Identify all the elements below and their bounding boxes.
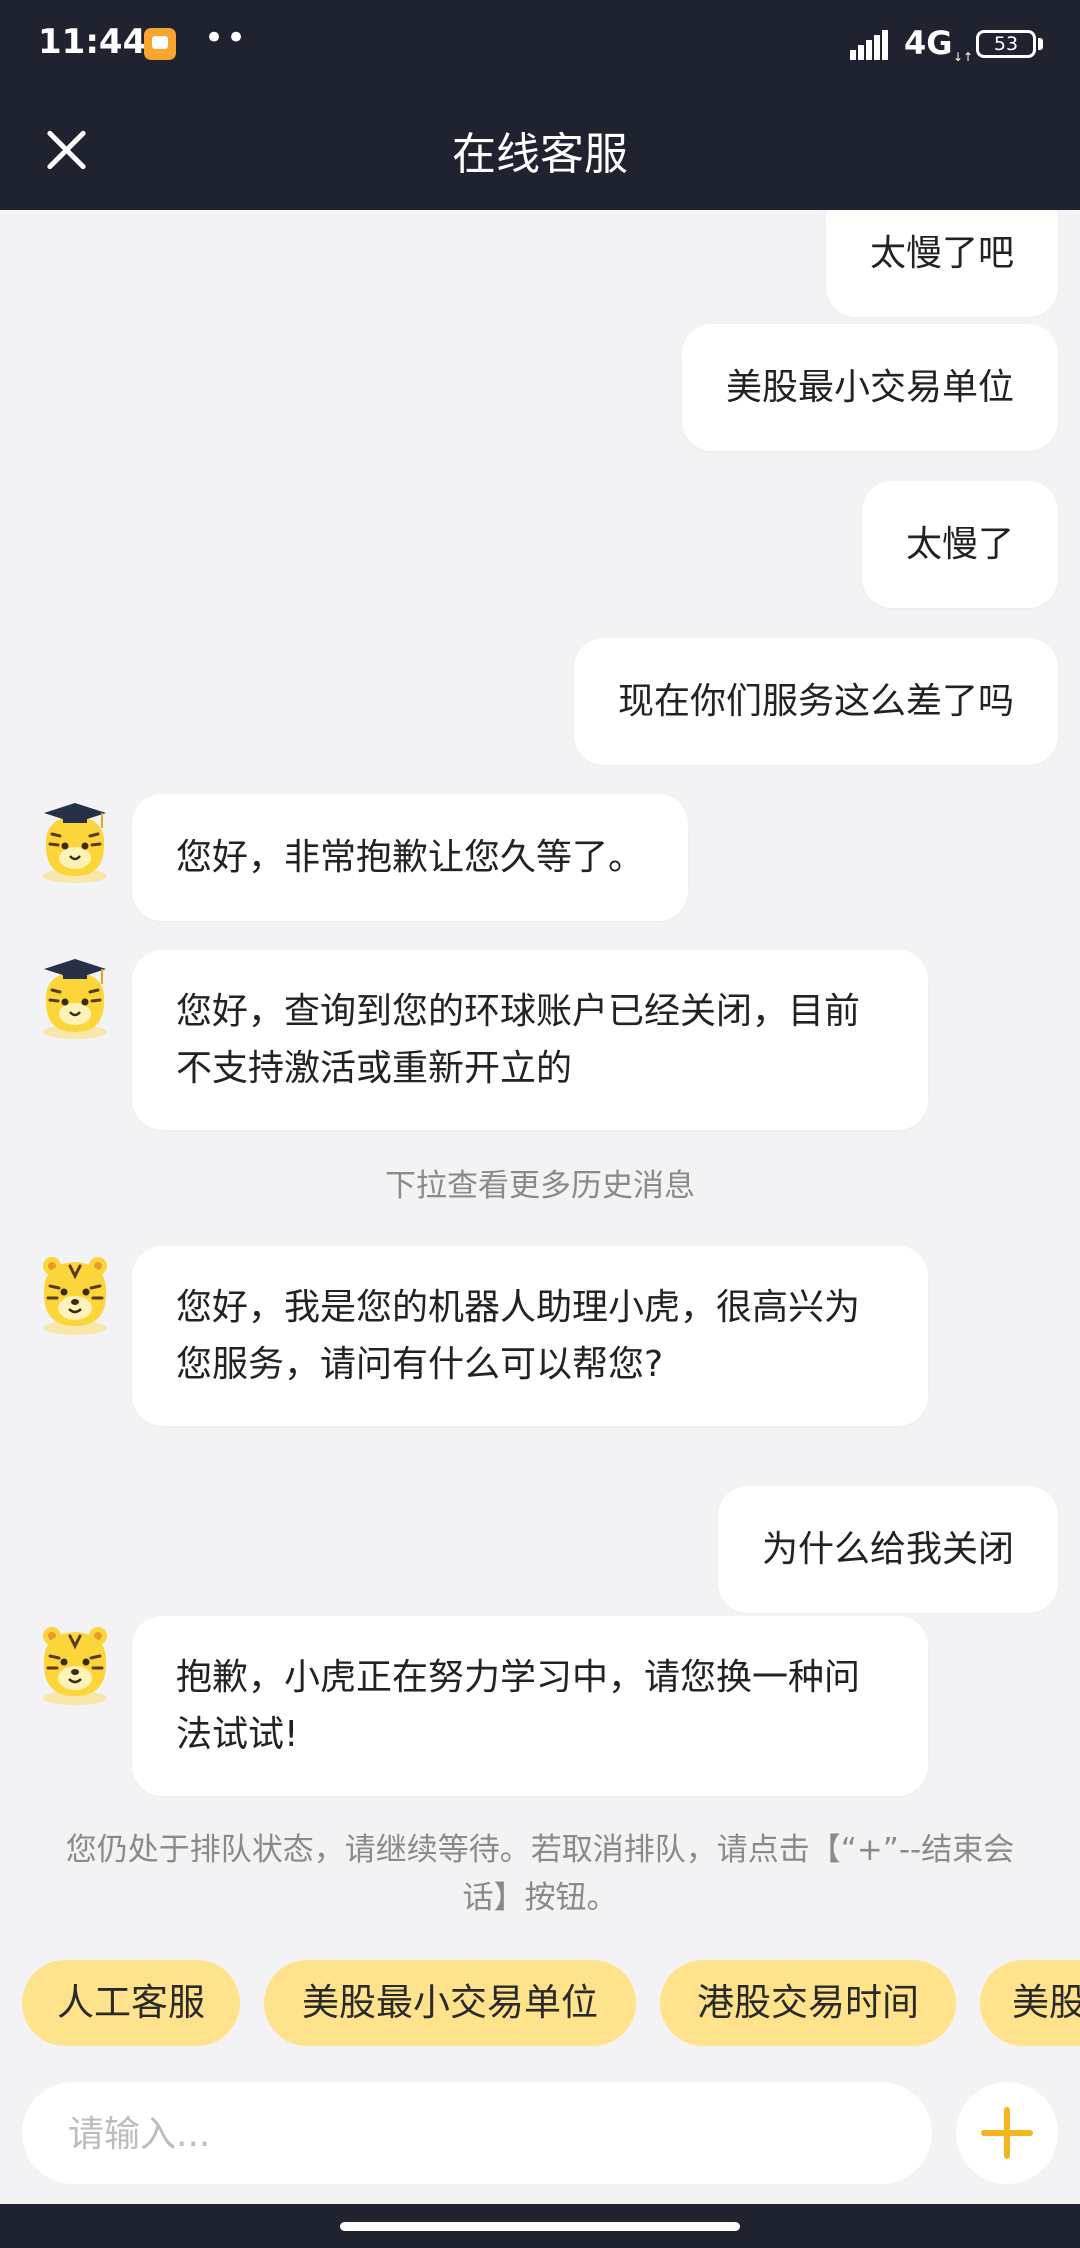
- bot-message: 您好，非常抱歉让您久等了。: [132, 794, 689, 921]
- chat-area[interactable]: 太慢了吧 美股最小交易单位 太慢了 现在你们服务这么差了吗 您好，非常抱歉让您久…: [0, 210, 1080, 1958]
- data-activity-icon: ↓↑: [953, 50, 974, 64]
- bot-message: 您好，查询到您的环球账户已经关闭，目前不支持激活或重新开立的: [132, 950, 928, 1130]
- network-type: 4G: [904, 24, 953, 62]
- status-time: 11:44: [38, 22, 147, 62]
- system-nav-bar: [0, 2204, 1080, 2248]
- message-input-container[interactable]: [22, 2082, 932, 2186]
- tiger-bot-avatar: [43, 1627, 107, 1705]
- quick-reply-human-agent[interactable]: 人工客服: [22, 1960, 240, 2046]
- more-notifications-dots: ••: [204, 18, 249, 58]
- battery-cap: [1038, 38, 1043, 50]
- quick-reply-hk-trading-hours[interactable]: 港股交易时间: [660, 1960, 956, 2046]
- message-input[interactable]: [66, 2082, 910, 2186]
- user-message: 为什么给我关闭: [717, 1486, 1058, 1613]
- plus-icon[interactable]: [956, 2082, 1058, 2184]
- quick-reply-us-min-unit[interactable]: 美股最小交易单位: [264, 1960, 636, 2046]
- quick-reply-us-stocks[interactable]: 美股: [980, 1960, 1080, 2046]
- quick-reply-bar[interactable]: 人工客服 美股最小交易单位 港股交易时间 美股: [0, 1960, 1080, 2050]
- tiger-bot-avatar: [43, 1257, 107, 1335]
- bot-message: 抱歉，小虎正在努力学习中，请您换一种问法试试!: [132, 1616, 928, 1796]
- signal-strength-icon: [850, 30, 890, 60]
- user-message: 太慢了: [861, 481, 1058, 608]
- queue-status-notice: 您仍处于排队状态，请继续等待。若取消排队，请点击【“+”--结束会话】按钮。: [65, 1832, 1015, 1916]
- user-message: 美股最小交易单位: [681, 324, 1058, 451]
- status-bar: 11:44 •• 4G ↓↑ 53: [0, 0, 1080, 88]
- bot-message: 您好，我是您的机器人助理小虎，很高兴为您服务，请问有什么可以帮您?: [132, 1246, 928, 1426]
- tiger-graduate-avatar: [43, 959, 107, 1039]
- tiger-graduate-avatar: [43, 803, 107, 883]
- home-indicator[interactable]: [340, 2222, 740, 2231]
- user-message: 太慢了吧: [825, 210, 1058, 317]
- user-message: 现在你们服务这么差了吗: [573, 638, 1058, 765]
- app-header: 在线客服: [0, 88, 1080, 210]
- message-notification-icon: [144, 28, 176, 60]
- page-title: 在线客服: [452, 129, 628, 180]
- load-history-hint[interactable]: 下拉查看更多历史消息: [60, 1162, 1020, 1210]
- battery-icon: 53: [976, 30, 1036, 58]
